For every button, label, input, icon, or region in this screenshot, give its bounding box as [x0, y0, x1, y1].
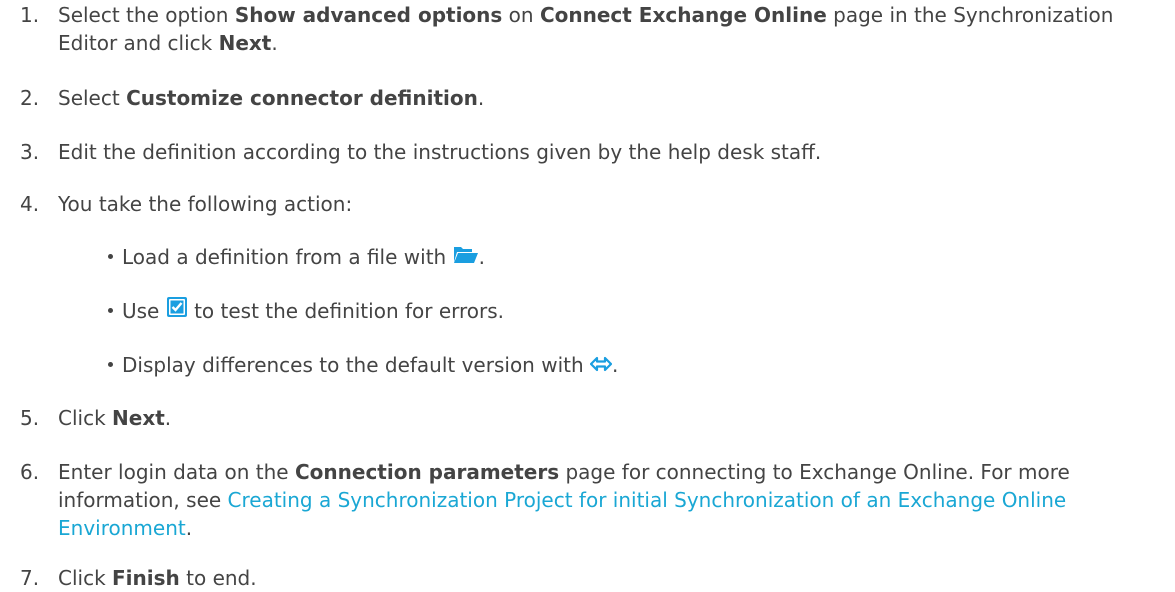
step-number: 1.	[20, 3, 40, 27]
step-number: 4.	[20, 192, 40, 216]
ui-term-show-advanced-options: Show advanced options	[234, 3, 503, 27]
bullet-test-definition: Use to test the definition for errors.	[108, 297, 504, 327]
step-text: Select the option Show advanced options …	[58, 3, 1114, 55]
bullet-load-definition: Load a definition from a file with .	[108, 243, 485, 273]
step-1: 1. Select the option Show advanced optio…	[20, 1, 1165, 57]
step-number: 6.	[20, 460, 40, 484]
step-number: 5.	[20, 406, 40, 430]
step-text: Enter login data on the Connection param…	[58, 460, 1070, 540]
ui-term-next: Next	[112, 406, 165, 430]
ui-term-customize-connector-definition: Customize connector definition	[126, 86, 478, 110]
bullet-display-differences: Display differences to the default versi…	[108, 351, 618, 381]
checkbox-checked-icon	[166, 296, 188, 325]
step-5: 5. Click Next.	[20, 404, 1165, 432]
bullet-dot	[108, 254, 113, 259]
step-3: 3. Edit the definition according to the …	[20, 138, 1165, 166]
bullet-dot	[108, 362, 113, 367]
step-text: You take the following action:	[58, 192, 353, 216]
step-text: Edit the definition according to the ins…	[58, 140, 822, 164]
bullet-dot	[108, 308, 113, 313]
compare-arrows-icon	[589, 351, 613, 379]
step-7: 7. Click Finish to end.	[20, 564, 1165, 592]
step-number: 2.	[20, 86, 40, 110]
step-2: 2. Select Customize connector definition…	[20, 84, 1165, 112]
ui-term-next: Next	[218, 31, 272, 55]
ui-term-connect-exchange-online: Connect Exchange Online	[539, 3, 827, 27]
ui-term-finish: Finish	[112, 566, 180, 590]
step-text: Click Next.	[58, 406, 172, 430]
step-4: 4. You take the following action:	[20, 190, 1165, 218]
step-text: Select Customize connector definition.	[58, 86, 485, 110]
step-6: 6. Enter login data on the Connection pa…	[20, 458, 1165, 542]
folder-open-icon	[453, 243, 479, 271]
step-text: Click Finish to end.	[58, 566, 257, 590]
document: 1. Select the option Show advanced optio…	[0, 0, 1175, 591]
step-number: 7.	[20, 566, 40, 590]
ui-term-connection-parameters: Connection parameters	[294, 460, 560, 484]
step-number: 3.	[20, 140, 40, 164]
